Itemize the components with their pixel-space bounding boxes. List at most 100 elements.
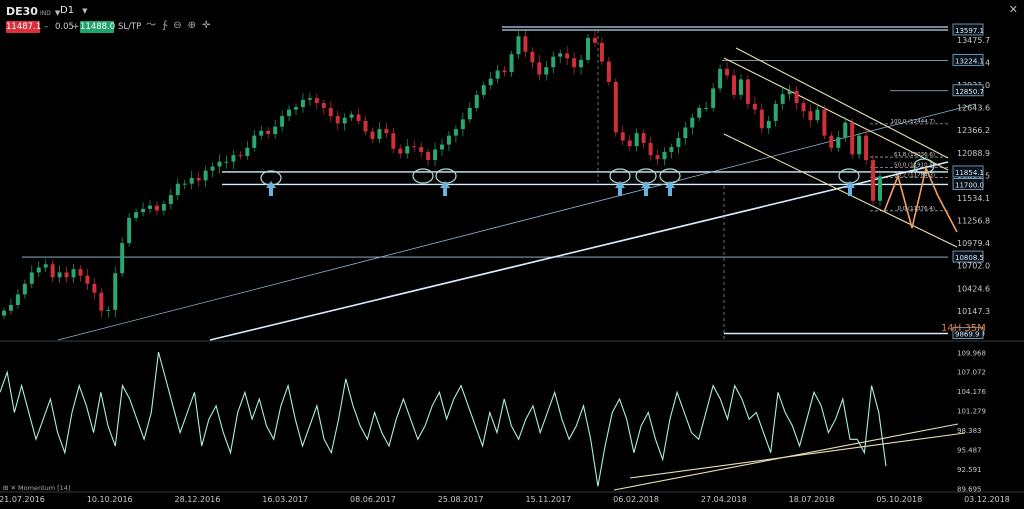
candle-body <box>516 36 521 55</box>
candle-body <box>530 51 535 63</box>
candle-body <box>266 130 271 134</box>
candle-body <box>864 135 869 161</box>
candle-body <box>196 177 201 181</box>
momentum-tick-label: 92.591 <box>957 466 982 474</box>
up-arrow-icon <box>615 181 625 196</box>
zoom-in-icon[interactable]: ⊕ <box>188 20 202 31</box>
candle-body <box>426 151 431 161</box>
candle-body <box>544 67 549 75</box>
momentum-tick-label: 104.176 <box>957 388 986 396</box>
candle-body <box>495 70 500 79</box>
candle-body <box>342 117 347 124</box>
candle-body <box>314 98 319 104</box>
close-icon[interactable]: ✕ <box>1009 3 1018 16</box>
price-level-label: 11700.0 <box>955 181 984 189</box>
candle-body <box>606 61 611 82</box>
price-tick-label: 11256.8 <box>957 217 990 226</box>
volume-increase-button[interactable]: + <box>72 21 80 33</box>
candle-body <box>620 132 625 141</box>
candle-countdown: 14H 35M <box>941 323 986 334</box>
candle-body <box>579 59 584 68</box>
candle-body <box>64 272 69 278</box>
candle-body <box>732 75 736 95</box>
candle-body <box>15 294 20 305</box>
volume-decrease-button[interactable]: – <box>44 21 49 33</box>
candle-body <box>440 144 444 150</box>
price-tick-label: 13475.7 <box>957 36 990 45</box>
symbol-selector[interactable]: DE30 IND ▼ <box>6 5 60 18</box>
price-level-label: 10808.5 <box>955 254 984 262</box>
candle-body <box>718 68 723 89</box>
channel-line <box>735 47 949 159</box>
candle-body <box>412 146 417 148</box>
candle-body <box>773 103 778 121</box>
candle-body <box>50 264 55 278</box>
zoom-out-icon[interactable]: ⊖ <box>173 20 187 31</box>
candle-body <box>335 116 340 124</box>
candle-body <box>780 94 785 104</box>
chevron-down-icon: ▼ <box>82 7 88 15</box>
candle-body <box>71 269 76 278</box>
indicators-icon[interactable]: ∱ <box>162 20 173 31</box>
candle-body <box>599 42 604 62</box>
candle-body <box>168 195 173 205</box>
candle-body <box>815 109 820 121</box>
candle-body <box>523 36 528 52</box>
sltp-button[interactable]: SL/TP <box>118 21 141 33</box>
buy-button[interactable]: 11488.0 <box>80 21 115 33</box>
candle-body <box>328 107 333 117</box>
support-circle <box>838 168 860 184</box>
candle-body <box>829 135 834 148</box>
chart-canvas[interactable]: 13475.713198.412921.012643.612366.212088… <box>0 0 1024 509</box>
candle-body <box>878 176 882 201</box>
candle-body <box>307 98 312 100</box>
time-tick-label: 06.02.2018 <box>613 495 659 504</box>
candle-body <box>321 103 326 108</box>
price-tick-label: 12366.2 <box>957 126 990 135</box>
candle-body <box>488 78 493 86</box>
candle-body <box>405 146 410 154</box>
candle-body <box>370 131 375 139</box>
candle-body <box>92 283 97 293</box>
support-circle <box>659 168 681 184</box>
price-tick-label: 10979.4 <box>957 239 990 248</box>
candle-body <box>231 155 236 162</box>
timeframe-selector[interactable]: D1 ▼ <box>60 5 87 16</box>
candle-body <box>704 107 709 109</box>
candle-body <box>99 292 104 311</box>
candle-body <box>676 138 681 148</box>
candle-body <box>662 151 667 160</box>
price-level-label: 13224.1 <box>955 57 984 65</box>
candle-body <box>106 309 111 311</box>
candle-body <box>641 133 646 143</box>
crosshair-icon[interactable]: ✛ <box>202 20 216 31</box>
chart-type-icon[interactable]: 〜 <box>146 20 162 31</box>
candle-body <box>224 161 229 163</box>
candle-body <box>655 155 660 160</box>
candle-body <box>634 133 639 147</box>
time-tick-label: 08.06.2017 <box>350 495 396 504</box>
time-tick-label: 03.12.2018 <box>964 495 1010 504</box>
chart-tools: 〜∱⊖⊕✛ <box>146 20 216 32</box>
sell-button[interactable]: 11487.1 <box>6 21 41 33</box>
candle-body <box>120 243 125 274</box>
collapse-icon[interactable]: ⊞ ✕ <box>3 484 18 492</box>
up-arrow-icon <box>641 181 651 196</box>
candle-body <box>259 130 264 136</box>
candle-body <box>648 142 653 156</box>
support-circle <box>435 168 457 184</box>
candle-body <box>391 133 396 149</box>
candle-body <box>481 85 486 95</box>
candle-body <box>711 88 716 108</box>
channel-line <box>723 57 949 171</box>
candle-body <box>127 217 132 244</box>
candle-body <box>252 135 257 148</box>
candle-body <box>161 204 166 211</box>
candle-body <box>738 79 743 95</box>
candle-body <box>36 267 41 273</box>
candle-body <box>2 310 6 316</box>
candle-body <box>794 90 799 104</box>
candle-body <box>113 273 118 310</box>
candle-body <box>572 58 577 68</box>
support-circle <box>635 168 657 184</box>
